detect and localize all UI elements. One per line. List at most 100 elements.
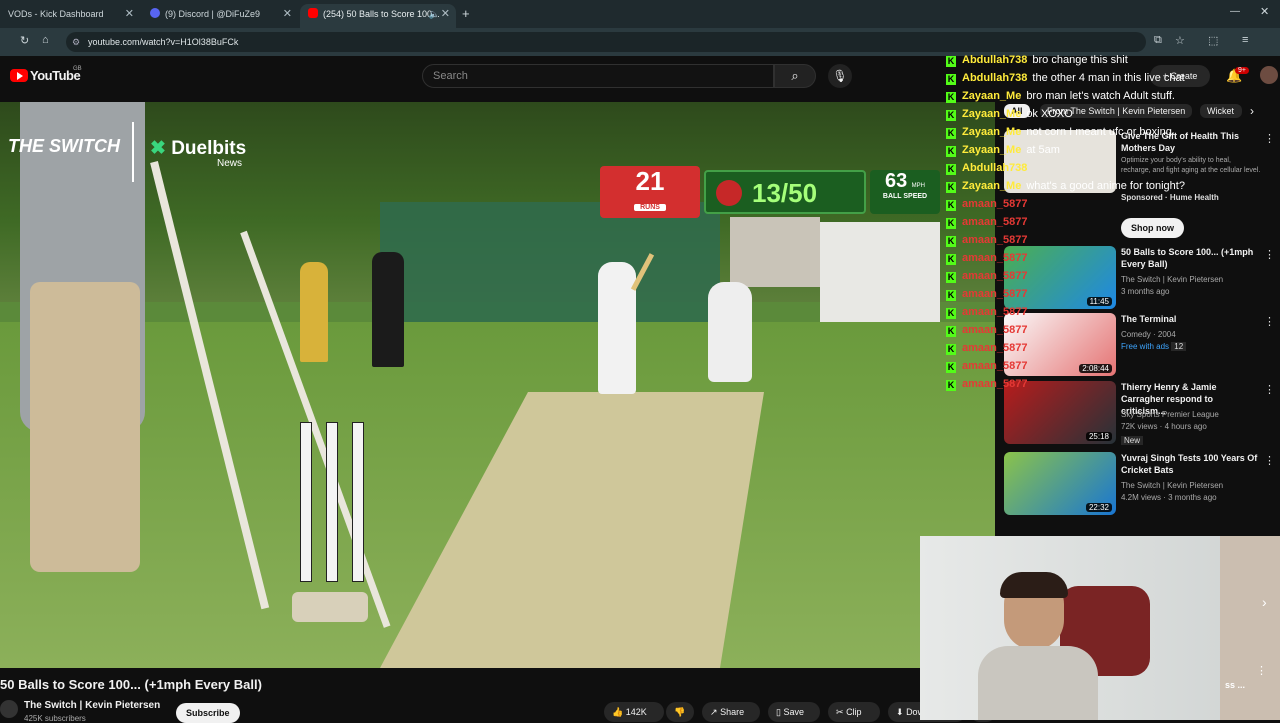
sidebar-icon[interactable]: ≡: [1242, 34, 1248, 46]
chat-message: Kamaan_5877: [946, 358, 1032, 375]
kick-badge-icon: K: [946, 308, 956, 319]
stump: [300, 422, 312, 582]
more-vert-icon[interactable]: ⋮: [1256, 664, 1267, 677]
chat-username[interactable]: Abdullah738: [962, 54, 1027, 66]
chat-message: K Abdullah738: [946, 160, 1032, 177]
download-icon: ⬇: [896, 707, 904, 717]
video-card[interactable]: 25:18 Thierry Henry & Jamie Carragher re…: [1004, 381, 1275, 445]
close-window-icon[interactable]: ✕: [1260, 5, 1269, 18]
more-vert-icon[interactable]: ⋮: [1264, 315, 1275, 328]
duelbits-logo: ✖ Duelbits: [150, 137, 246, 160]
minimize-icon[interactable]: —: [1230, 6, 1240, 17]
dislike-button[interactable]: 👎: [666, 702, 694, 722]
chat-username[interactable]: Zayaan_Me: [962, 90, 1021, 102]
bookmark-star-icon[interactable]: ☆: [1175, 34, 1185, 47]
close-icon[interactable]: ✕: [441, 4, 450, 24]
chat-text: bro change this shit: [1032, 54, 1128, 66]
chat-username[interactable]: Zayaan_Me: [962, 108, 1021, 120]
chat-message: K Abdullah738 bro change this shit: [946, 52, 1128, 69]
reload-icon[interactable]: ↻: [20, 34, 29, 47]
chat-username[interactable]: amaan_5877: [962, 270, 1027, 282]
url-field[interactable]: ⚙ youtube.com/watch?v=H1Ol38BuFCk: [66, 32, 1146, 52]
spectator: [372, 252, 404, 367]
kick-badge-icon: K: [946, 164, 956, 175]
video-card[interactable]: 11:45 50 Balls to Score 100... (+1mph Ev…: [1004, 246, 1275, 310]
chat-username[interactable]: amaan_5877: [962, 198, 1027, 210]
movie-offer: Free with ads 12: [1121, 341, 1261, 352]
tab-youtube[interactable]: (254) 50 Balls to Score 100... 🔈 ✕: [300, 4, 456, 28]
channel-name[interactable]: The Switch | Kevin Pietersen: [24, 700, 160, 711]
chat-username[interactable]: amaan_5877: [962, 234, 1027, 246]
chat-message: K Zayaan_Me ok XOXO: [946, 106, 1073, 123]
youtube-logo-icon[interactable]: [10, 69, 28, 82]
duration-badge: 22:32: [1085, 503, 1112, 512]
chat-username[interactable]: Zayaan_Me: [962, 126, 1021, 138]
browser-tab-bar: VODs - Kick Dashboard ✕ (9) Discord | @D…: [0, 0, 1280, 28]
avatar[interactable]: [1260, 66, 1278, 84]
chat-message: Kamaan_5877: [946, 304, 1032, 321]
chevron-right-icon[interactable]: ›: [1250, 104, 1254, 118]
chat-message: Kamaan_5877: [946, 268, 1032, 285]
pavilion: [730, 217, 820, 287]
chat-username[interactable]: amaan_5877: [962, 288, 1027, 300]
duration-badge: 25:18: [1085, 432, 1112, 441]
chat-username[interactable]: Abdullah738: [962, 162, 1027, 174]
new-tab-button[interactable]: +: [462, 6, 470, 21]
close-icon[interactable]: ✕: [125, 4, 134, 24]
subscribe-button[interactable]: Subscribe: [176, 703, 240, 723]
movie-card[interactable]: 2:08:44 The Terminal Comedy · 2004 Free …: [1004, 313, 1275, 377]
spectator: [300, 262, 328, 362]
practice-nets: [380, 202, 720, 332]
share-button[interactable]: ↗ Share: [702, 702, 760, 722]
country-code: GB: [73, 66, 82, 72]
chat-username[interactable]: Zayaan_Me: [962, 180, 1021, 192]
search-button[interactable]: ⌕: [774, 64, 816, 88]
chat-message: K Zayaan_Me at 5am: [946, 142, 1060, 159]
close-icon[interactable]: ✕: [283, 4, 292, 24]
site-info-icon[interactable]: ⚙: [72, 32, 80, 52]
chat-username[interactable]: Zayaan_Me: [962, 144, 1021, 156]
more-vert-icon[interactable]: ⋮: [1264, 383, 1275, 396]
voice-search-button[interactable]: 🎙: [828, 64, 852, 88]
speaker-icon[interactable]: 🔈: [429, 4, 440, 24]
chat-message: K Zayaan_Me not corn I meant ufc or boxing: [946, 124, 1172, 141]
chat-username[interactable]: amaan_5877: [962, 306, 1027, 318]
chat-username[interactable]: amaan_5877: [962, 360, 1027, 372]
balls-count: 13/50: [752, 178, 818, 208]
chat-username[interactable]: amaan_5877: [962, 216, 1027, 228]
tab-kick-dashboard[interactable]: VODs - Kick Dashboard ✕: [0, 4, 140, 28]
more-vert-icon[interactable]: ⋮: [1264, 132, 1275, 145]
channel-name: The Switch | Kevin Pietersen: [1121, 275, 1224, 284]
clip-button[interactable]: ✂ Clip: [828, 702, 880, 722]
save-button[interactable]: ▯ Save: [768, 702, 820, 722]
runs-value: 21: [635, 166, 665, 196]
chip-wicket[interactable]: Wicket: [1200, 104, 1242, 118]
like-button[interactable]: 👍 142K: [604, 702, 664, 722]
tab-discord[interactable]: (9) Discord | @DiFuZe9 ✕: [142, 4, 298, 28]
chat-username[interactable]: amaan_5877: [962, 324, 1027, 336]
more-vert-icon[interactable]: ⋮: [1264, 248, 1275, 261]
chat-username[interactable]: amaan_5877: [962, 378, 1027, 390]
chevron-right-icon[interactable]: ›: [1262, 594, 1267, 610]
chat-username[interactable]: amaan_5877: [962, 252, 1027, 264]
speed-label: BALL SPEED: [882, 193, 928, 200]
video-card[interactable]: 22:32 Yuvraj Singh Tests 100 Years Of Cr…: [1004, 452, 1275, 516]
duration-badge: 11:45: [1086, 297, 1112, 306]
wicket-keeper: [708, 282, 752, 382]
home-icon[interactable]: ⌂: [42, 34, 49, 46]
share-label: Share: [720, 707, 745, 717]
duelbits-text: Duelbits: [171, 138, 247, 159]
more-vert-icon[interactable]: ⋮: [1264, 454, 1275, 467]
channel-name: Sky Sports Premier League: [1121, 410, 1219, 419]
search-input[interactable]: Search: [422, 64, 774, 88]
install-icon[interactable]: ⧉: [1154, 34, 1162, 47]
subscriber-count: 425K subscribers: [24, 714, 86, 723]
extensions-icon[interactable]: ⬚: [1208, 34, 1218, 47]
video-thumbnail: 22:32: [1004, 452, 1116, 515]
chat-username[interactable]: Abdullah738: [962, 72, 1027, 84]
video-meta: 4.2M views · 3 months ago: [1121, 493, 1217, 502]
shop-now-button[interactable]: Shop now: [1121, 218, 1184, 238]
duelbits-news: News: [217, 158, 243, 169]
channel-avatar[interactable]: [0, 700, 18, 718]
chat-username[interactable]: amaan_5877: [962, 342, 1027, 354]
